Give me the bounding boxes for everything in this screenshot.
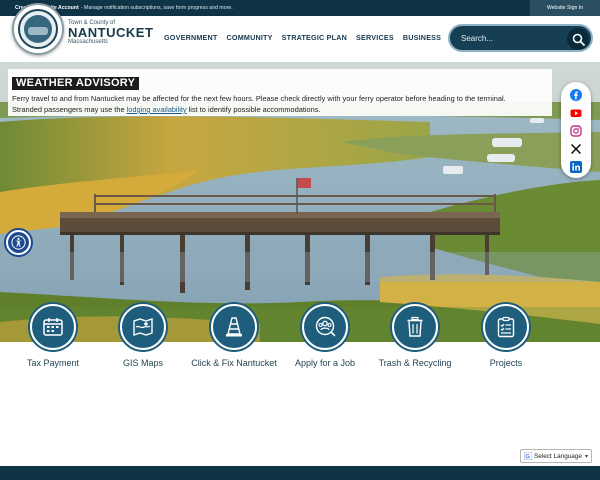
instagram-icon <box>570 125 582 137</box>
google-translate-icon: G <box>524 452 532 460</box>
quick-link-label: Trash & Recycling <box>378 358 452 368</box>
people-search-icon <box>315 316 336 337</box>
clipboard-icon <box>497 316 515 338</box>
weather-advisory-banner: WEATHER ADVISORY Ferry travel to and fro… <box>8 69 552 116</box>
site-brand[interactable]: Town & County of NANTUCKET Massachusetts <box>68 20 153 45</box>
linkedin-link[interactable] <box>570 161 582 173</box>
brand-name: NANTUCKET <box>68 25 154 40</box>
language-select-label: Select Language <box>534 452 582 460</box>
nav-item-strategic-plan[interactable]: STRATEGIC PLAN <box>282 33 347 42</box>
chevron-down-icon: ▾ <box>584 454 588 460</box>
accessibility-icon-wrap <box>8 232 29 253</box>
quick-link-icon-badge <box>392 304 438 350</box>
search-icon <box>572 33 585 46</box>
footer-strip <box>0 466 600 480</box>
utility-bar: Create a Website Account - Manage notifi… <box>0 0 600 16</box>
site-header: Town & County of NANTUCKET Massachusetts… <box>0 16 600 62</box>
advisory-line-2: Stranded passengers may use the lodging … <box>12 104 548 115</box>
quick-link-label: Projects <box>489 358 523 368</box>
search-button[interactable] <box>567 28 589 50</box>
quick-link-label: GIS Maps <box>122 358 163 368</box>
quick-link-apply-job[interactable]: Apply for a Job <box>280 304 370 394</box>
sign-in-button[interactable]: Website Sign In <box>530 0 600 16</box>
quick-link-trash-recycling[interactable]: Trash & Recycling <box>370 304 460 394</box>
quick-link-icon-badge <box>483 304 529 350</box>
quick-link-gis-maps[interactable]: GIS Maps <box>98 304 188 394</box>
quick-link-label: Click & Fix Nantucket <box>191 358 277 368</box>
lodging-availability-link[interactable]: lodging availability <box>127 105 187 114</box>
nav-item-services[interactable]: SERVICES <box>356 33 394 42</box>
search-box: Search... <box>448 24 593 52</box>
youtube-icon <box>570 109 582 117</box>
nav-item-business[interactable]: BUSINESS <box>403 33 441 42</box>
svg-text:G: G <box>525 454 530 460</box>
x-icon <box>571 144 581 154</box>
quick-link-label: Tax Payment <box>26 358 80 368</box>
youtube-link[interactable] <box>570 107 582 119</box>
nav-item-community[interactable]: COMMUNITY <box>227 33 273 42</box>
accessibility-button[interactable] <box>4 228 33 257</box>
calendar-payment-icon <box>43 318 63 336</box>
seal-ship <box>28 27 48 35</box>
social-media-bar <box>561 82 591 178</box>
advisory-line-2-post: list to identify possible accommodations… <box>186 105 321 114</box>
accessibility-icon <box>11 235 26 250</box>
nav-item-government[interactable]: GOVERNMENT <box>164 33 218 42</box>
search-input[interactable]: Search... <box>461 34 493 43</box>
main-nav: GOVERNMENT COMMUNITY STRATEGIC PLAN SERV… <box>164 33 441 42</box>
advisory-line-1: Ferry travel to and from Nantucket may b… <box>12 94 506 103</box>
x-twitter-link[interactable] <box>570 143 582 155</box>
page: Create a Website Account - Manage notifi… <box>0 0 600 480</box>
advisory-body: Ferry travel to and from Nantucket may b… <box>12 93 548 115</box>
facebook-link[interactable] <box>570 89 582 101</box>
facebook-icon <box>570 89 582 101</box>
quick-link-icon-badge <box>302 304 348 350</box>
linkedin-icon <box>570 161 582 173</box>
quick-link-click-fix[interactable]: Click & Fix Nantucket <box>189 304 279 394</box>
quick-link-icon-badge <box>30 304 76 350</box>
instagram-link[interactable] <box>570 125 582 137</box>
quick-link-projects[interactable]: Projects <box>461 304 551 394</box>
traffic-cone-icon <box>226 317 242 337</box>
advisory-title: WEATHER ADVISORY <box>12 77 140 90</box>
map-icon <box>133 318 153 336</box>
quick-link-icon-badge <box>120 304 166 350</box>
language-select[interactable]: G Select Language ▾ <box>520 449 592 463</box>
create-account-description: - Manage notification subscriptions, sav… <box>80 5 233 11</box>
quick-link-tax-payment[interactable]: Tax Payment <box>8 304 98 394</box>
quick-link-label: Apply for a Job <box>294 358 356 368</box>
quick-link-icon-badge <box>211 304 257 350</box>
trash-icon <box>407 316 423 337</box>
advisory-line-2-pre: Stranded passengers may use the <box>12 105 127 114</box>
town-seal-logo[interactable] <box>12 3 64 55</box>
